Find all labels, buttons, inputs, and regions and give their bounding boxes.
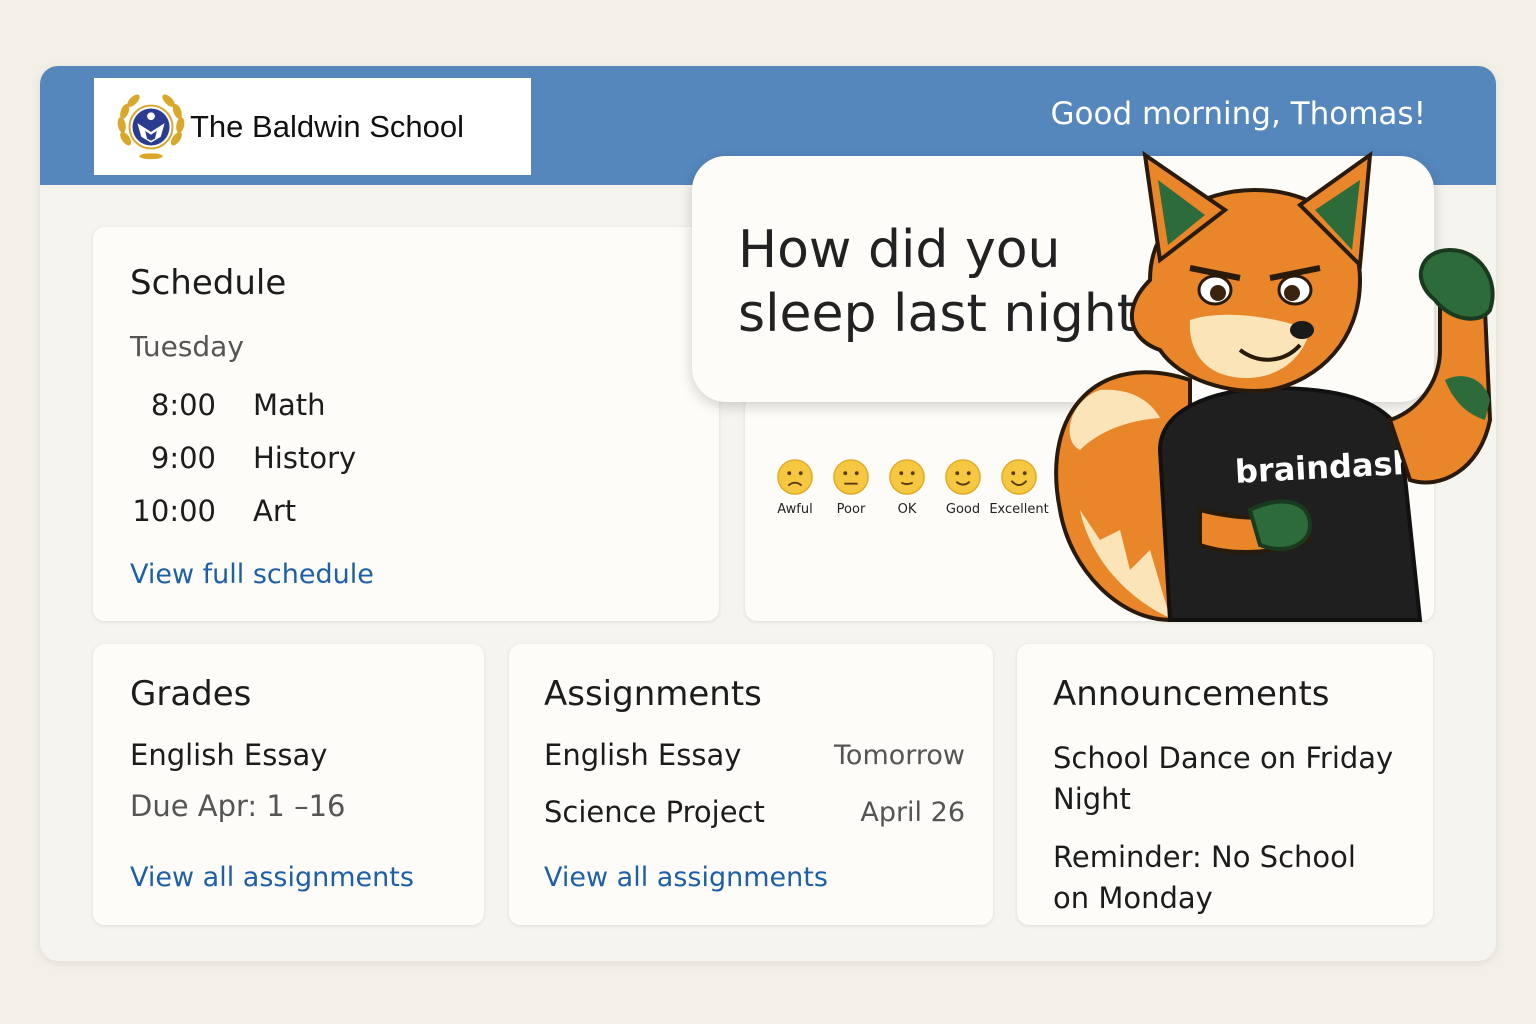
assignments-view-all-link[interactable]: View all assignments [544,862,828,893]
grades-card: Grades English Essay Due Apr: 1 –16 View… [93,644,484,925]
mood-label: Poor [836,502,866,517]
fox-mascot-icon: braindash [1054,150,1495,622]
mood-option-good[interactable]: Good [935,458,991,517]
assignment-name[interactable]: English Essay [544,738,741,772]
happy-face-icon [1001,459,1037,495]
schedule-time: 9:00 [150,441,216,475]
schedule-row: 9:00 History [130,441,356,475]
slight-smile-face-icon [889,459,925,495]
schedule-card: Schedule Tuesday 8:00 Math 9:00 History … [93,227,719,621]
grades-title: Grades [130,674,252,714]
mood-option-poor[interactable]: Poor [823,458,879,517]
assignments-card: Assignments English Essay Tomorrow Scien… [509,644,993,925]
schedule-time: 10:00 [132,494,216,528]
school-logo[interactable]: The Baldwin School [94,78,531,175]
sad-face-icon [777,459,813,495]
grades-view-all-link[interactable]: View all assignments [130,862,414,893]
announcement-line: School Dance on Friday [1053,741,1394,775]
announcements-title: Announcements [1053,674,1330,714]
announcement-line: Night [1053,782,1131,816]
mood-options: Awful Poor OK Good Excellent [767,458,1049,517]
mood-label: Awful [777,502,813,517]
grade-due-date: Due Apr: 1 –16 [130,789,346,823]
mood-option-ok[interactable]: OK [879,458,935,517]
assignment-name[interactable]: Science Project [544,795,765,829]
schedule-subject: History [253,441,357,475]
assignment-due: Tomorrow [834,740,965,771]
smile-face-icon [945,459,981,495]
schedule-time: 8:00 [150,388,216,422]
school-crest-icon [117,94,185,159]
announcement-item[interactable]: Reminder: No School on Monday [1053,837,1356,919]
announcements-card: Announcements School Dance on Friday Nig… [1017,644,1433,925]
schedule-day: Tuesday [130,330,244,363]
announcement-item[interactable]: School Dance on Friday Night [1053,738,1393,820]
greeting-text: Good morning, Thomas! [1050,96,1426,132]
announcement-line: on Monday [1053,881,1213,915]
assignments-title: Assignments [544,674,762,714]
school-name: The Baldwin School [190,108,464,144]
schedule-subject: Art [253,494,297,528]
neutral-face-icon [833,459,869,495]
assignment-due: April 26 [860,797,965,828]
view-full-schedule-link[interactable]: View full schedule [130,559,374,590]
schedule-row: 10:00 Art [130,494,296,528]
schedule-row: 8:00 Math [130,388,326,422]
mood-option-awful[interactable]: Awful [767,458,823,517]
schedule-title: Schedule [130,263,287,303]
mood-option-excellent[interactable]: Excellent [989,458,1049,517]
grade-item: English Essay [130,738,328,772]
schedule-subject: Math [253,388,326,422]
mood-label: Good [945,502,981,517]
announcement-line: Reminder: No School [1053,840,1356,874]
mood-label: OK [897,502,917,517]
